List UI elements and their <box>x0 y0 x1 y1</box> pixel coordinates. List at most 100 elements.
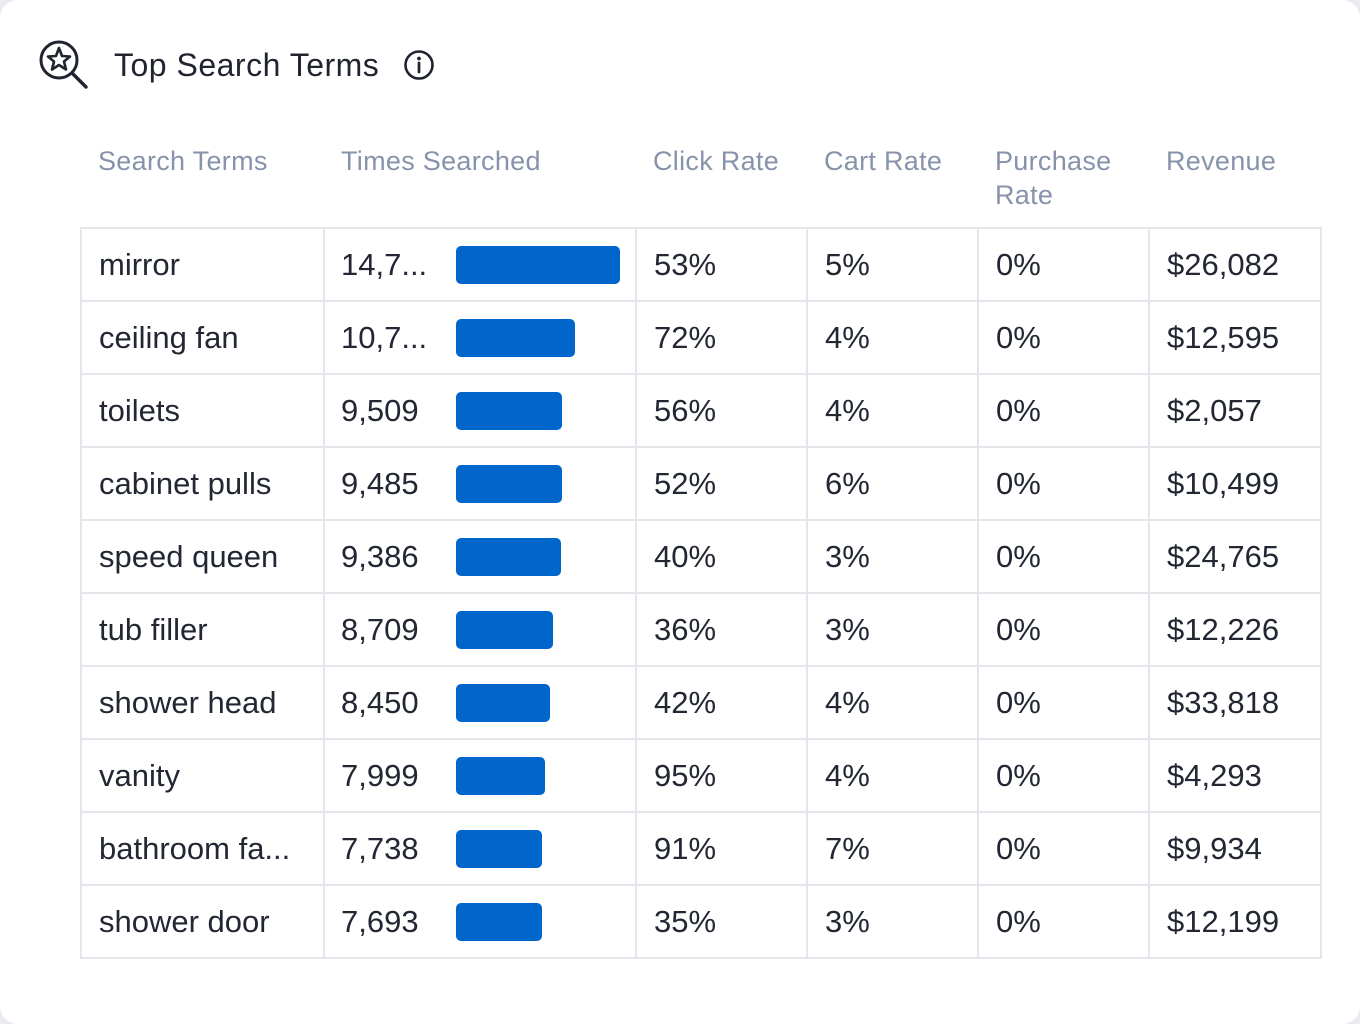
revenue-cell: $4,293 <box>1148 738 1322 813</box>
revenue-cell: $2,057 <box>1148 373 1322 448</box>
times-searched-value: 7,738 <box>341 830 419 866</box>
column-header-purchase-rate[interactable]: Purchase Rate <box>978 136 1149 228</box>
cart-rate-cell: 3% <box>806 592 979 667</box>
times-searched-bar <box>456 829 542 868</box>
times-searched-bar <box>456 756 545 795</box>
purchase-rate-cell: 0% <box>977 811 1150 886</box>
purchase-rate-cell: 0% <box>977 227 1150 302</box>
times-searched-bar <box>456 683 550 722</box>
table-row[interactable]: shower door 7,693 35% 3% 0% $12,199 <box>80 884 1322 959</box>
click-rate-cell: 35% <box>635 884 808 959</box>
search-term-cell: cabinet pulls <box>80 446 325 521</box>
table-row[interactable]: shower head 8,450 42% 4% 0% $33,818 <box>80 665 1322 740</box>
column-header-revenue[interactable]: Revenue <box>1149 136 1321 228</box>
click-rate-cell: 52% <box>635 446 808 521</box>
revenue-cell: $9,934 <box>1148 811 1322 886</box>
table-row[interactable]: ceiling fan 10,7... 72% 4% 0% $12,595 <box>80 300 1322 375</box>
times-searched-bar-track <box>456 245 620 284</box>
table-header-row: Search Terms Times Searched Click Rate C… <box>81 136 1321 228</box>
search-term-cell: shower door <box>80 884 325 959</box>
times-searched-bar-track <box>456 902 619 941</box>
click-rate-cell: 40% <box>635 519 808 594</box>
times-searched-bar <box>456 318 575 357</box>
top-search-terms-card: Top Search Terms Search Terms Times Sear… <box>0 0 1360 1024</box>
times-searched-bar <box>456 610 553 649</box>
revenue-cell: $12,595 <box>1148 300 1322 375</box>
revenue-cell: $12,226 <box>1148 592 1322 667</box>
click-rate-cell: 56% <box>635 373 808 448</box>
times-searched-bar-track <box>456 829 619 868</box>
search-term-cell: vanity <box>80 738 325 813</box>
purchase-rate-cell: 0% <box>977 373 1150 448</box>
times-searched-bar-track <box>456 610 619 649</box>
table-row[interactable]: tub filler 8,709 36% 3% 0% $12,226 <box>80 592 1322 667</box>
column-header-search-terms[interactable]: Search Terms <box>81 136 324 228</box>
table-row[interactable]: cabinet pulls 9,485 52% 6% 0% $10,499 <box>80 446 1322 521</box>
times-searched-value: 8,709 <box>341 611 419 647</box>
search-term-cell: mirror <box>80 227 325 302</box>
table-row[interactable]: mirror 14,7... 53% 5% 0% $26,082 <box>80 227 1322 302</box>
card-title: Top Search Terms <box>114 46 380 83</box>
times-searched-bar <box>456 537 561 576</box>
search-term-cell: shower head <box>80 665 325 740</box>
cart-rate-cell: 4% <box>806 665 979 740</box>
times-searched-cell: 9,509 <box>323 373 637 448</box>
search-term-cell: toilets <box>80 373 325 448</box>
times-searched-cell: 7,738 <box>323 811 637 886</box>
times-searched-cell: 8,450 <box>323 665 637 740</box>
revenue-cell: $10,499 <box>1148 446 1322 521</box>
times-searched-value: 10,7... <box>341 319 428 355</box>
search-term-cell: speed queen <box>80 519 325 594</box>
times-searched-value: 8,450 <box>341 684 419 720</box>
search-term-cell: ceiling fan <box>80 300 325 375</box>
column-header-times-searched[interactable]: Times Searched <box>324 136 636 228</box>
times-searched-cell: 9,485 <box>323 446 637 521</box>
table-row[interactable]: bathroom fa... 7,738 91% 7% 0% $9,934 <box>80 811 1322 886</box>
cart-rate-cell: 6% <box>806 446 979 521</box>
purchase-rate-cell: 0% <box>977 665 1150 740</box>
click-rate-cell: 95% <box>635 738 808 813</box>
column-header-cart-rate[interactable]: Cart Rate <box>807 136 978 228</box>
click-rate-cell: 72% <box>635 300 808 375</box>
purchase-rate-cell: 0% <box>977 738 1150 813</box>
purchase-rate-cell: 0% <box>977 446 1150 521</box>
cart-rate-cell: 4% <box>806 300 979 375</box>
cart-rate-cell: 3% <box>806 519 979 594</box>
times-searched-value: 7,999 <box>341 757 419 793</box>
times-searched-bar-track <box>456 391 619 430</box>
table-row[interactable]: vanity 7,999 95% 4% 0% $4,293 <box>80 738 1322 813</box>
times-searched-bar-track <box>456 683 619 722</box>
info-icon[interactable] <box>403 49 435 81</box>
column-header-click-rate[interactable]: Click Rate <box>636 136 807 228</box>
table-row[interactable]: speed queen 9,386 40% 3% 0% $24,765 <box>80 519 1322 594</box>
click-rate-cell: 36% <box>635 592 808 667</box>
cart-rate-cell: 3% <box>806 884 979 959</box>
times-searched-bar <box>456 902 542 941</box>
cart-rate-cell: 5% <box>806 227 979 302</box>
times-searched-bar-track <box>456 464 619 503</box>
search-term-cell: tub filler <box>80 592 325 667</box>
revenue-cell: $12,199 <box>1148 884 1322 959</box>
times-searched-bar <box>456 464 562 503</box>
cart-rate-cell: 4% <box>806 373 979 448</box>
cart-rate-cell: 7% <box>806 811 979 886</box>
search-term-cell: bathroom fa... <box>80 811 325 886</box>
times-searched-bar <box>456 245 620 284</box>
click-rate-cell: 91% <box>635 811 808 886</box>
click-rate-cell: 42% <box>635 665 808 740</box>
times-searched-cell: 8,709 <box>323 592 637 667</box>
times-searched-bar <box>456 391 562 430</box>
table-row[interactable]: toilets 9,509 56% 4% 0% $2,057 <box>80 373 1322 448</box>
times-searched-value: 9,509 <box>341 392 419 428</box>
times-searched-value: 9,485 <box>341 465 419 501</box>
times-searched-cell: 14,7... <box>323 227 637 302</box>
times-searched-cell: 9,386 <box>323 519 637 594</box>
times-searched-value: 9,386 <box>341 538 419 574</box>
search-terms-table: Search Terms Times Searched Click Rate C… <box>80 136 1322 959</box>
card-header: Top Search Terms <box>38 38 435 92</box>
click-rate-cell: 53% <box>635 227 808 302</box>
times-searched-cell: 7,693 <box>323 884 637 959</box>
cart-rate-cell: 4% <box>806 738 979 813</box>
times-searched-bar-track <box>456 318 619 357</box>
purchase-rate-cell: 0% <box>977 884 1150 959</box>
